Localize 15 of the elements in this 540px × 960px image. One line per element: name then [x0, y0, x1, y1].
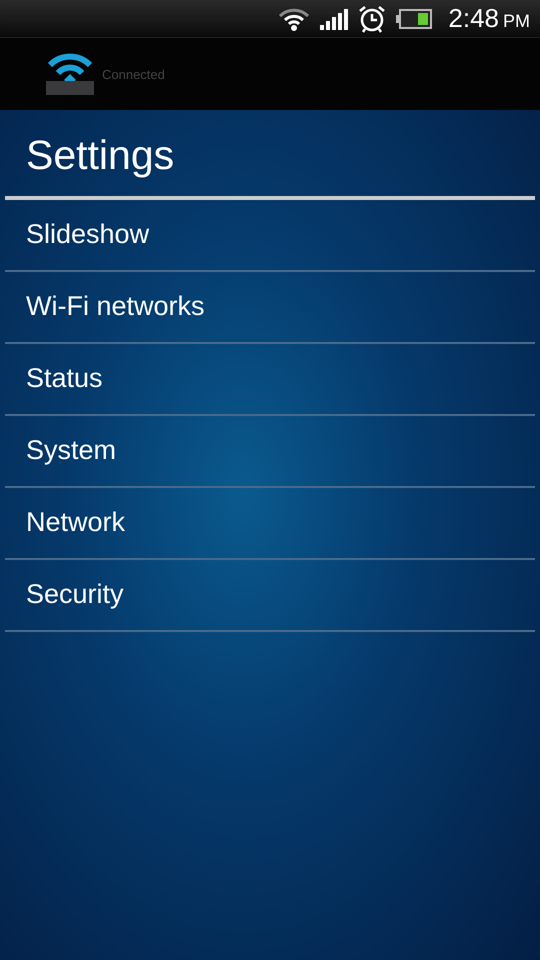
menu-item[interactable]: Network	[5, 486, 535, 560]
clock-time: 2:48	[448, 3, 499, 34]
page-title: Settings	[25, 131, 176, 180]
menu-item[interactable]: Status	[5, 342, 535, 416]
signal-icon	[320, 8, 348, 30]
wifi-icon	[278, 6, 310, 30]
connection-status: Connected	[102, 66, 165, 82]
menu-item[interactable]: Wi-Fi networks	[5, 270, 535, 344]
menu-item[interactable]: Slideshow	[5, 198, 535, 272]
menu-item[interactable]: System	[5, 414, 535, 488]
wifi-router-icon	[46, 53, 94, 95]
battery-icon	[396, 8, 432, 28]
alarm-clock-icon	[358, 4, 386, 32]
menu-item[interactable]: Security	[5, 558, 535, 632]
clock-meridiem: PM	[503, 11, 530, 32]
